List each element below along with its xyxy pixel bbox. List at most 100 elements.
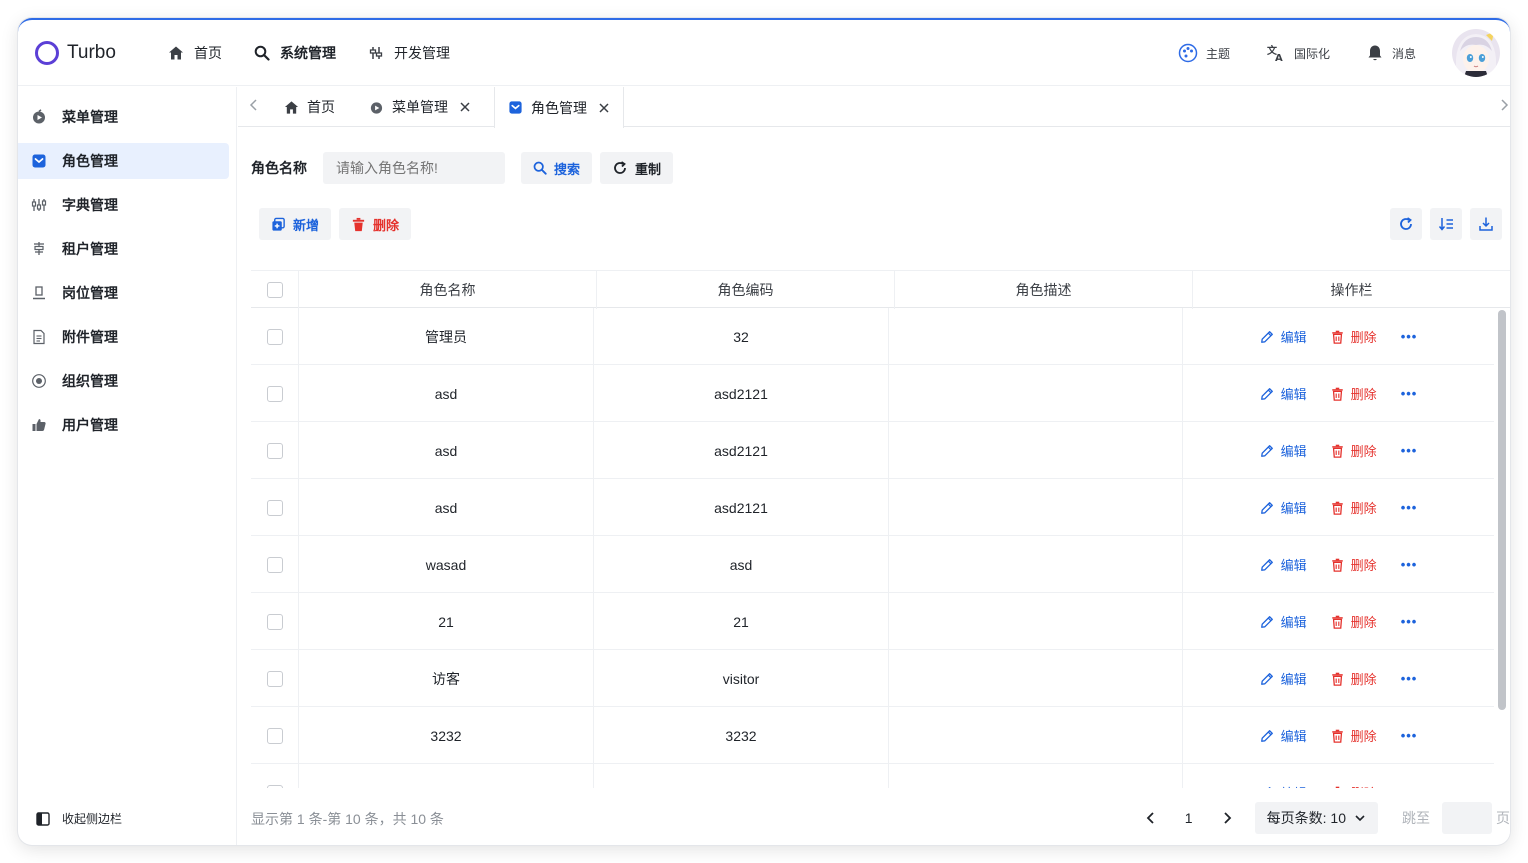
row-checkbox[interactable] — [266, 385, 283, 402]
table-row[interactable]: 21 21 编辑 删除 ••• — [251, 593, 1494, 650]
edit-button[interactable]: 编辑 — [1260, 441, 1307, 460]
edit-button[interactable]: 编辑 — [1260, 498, 1307, 517]
batch-delete-button[interactable]: 删除 — [339, 208, 412, 240]
row-checkbox[interactable] — [266, 613, 283, 630]
more-actions-button[interactable]: ••• — [1401, 443, 1418, 458]
chevron-down-icon — [1354, 812, 1366, 824]
edit-icon — [1260, 501, 1274, 515]
delete-button[interactable]: 删除 — [1331, 726, 1377, 745]
column-header[interactable]: 角色编码 — [597, 271, 895, 309]
row-checkbox[interactable] — [266, 727, 283, 744]
reset-button-label: 重制 — [635, 161, 662, 177]
more-actions-button[interactable]: ••• — [1401, 386, 1418, 401]
search-button[interactable]: 搜索 — [521, 152, 593, 184]
page-number[interactable]: 1 — [1173, 802, 1205, 834]
header-select-all[interactable] — [251, 271, 299, 309]
page-size-select[interactable]: 每页条数: 10 — [1254, 802, 1378, 834]
close-icon[interactable] — [459, 101, 471, 113]
more-actions-button[interactable]: ••• — [1401, 329, 1418, 344]
sidebar-item-attachment[interactable]: 附件管理 — [18, 319, 229, 355]
tab-menu[interactable]: 菜单管理 — [369, 87, 471, 127]
delete-label: 删除 — [1350, 387, 1377, 402]
topnav-home[interactable]: 首页 — [168, 43, 222, 63]
delete-button[interactable]: 删除 — [1331, 669, 1377, 688]
column-header[interactable]: 角色名称 — [299, 271, 597, 309]
row-checkbox[interactable] — [266, 670, 283, 687]
sidebar-item-tenant[interactable]: 租户管理 — [18, 231, 229, 267]
row-checkbox[interactable] — [266, 784, 283, 788]
row-select-cell — [251, 308, 299, 365]
tab-role[interactable]: 角色管理 — [494, 87, 624, 128]
edit-button[interactable]: 编辑 — [1260, 384, 1307, 403]
sort-button[interactable] — [1430, 208, 1462, 240]
select-all-checkbox[interactable] — [266, 282, 283, 298]
tabs-scroll-right-icon[interactable] — [1498, 97, 1510, 118]
delete-button[interactable]: 删除 — [1331, 783, 1377, 788]
table-row[interactable]: asd asd2121 编辑 删除 ••• — [251, 479, 1494, 536]
table-row[interactable]: 访客 visitor 编辑 删除 ••• — [251, 650, 1494, 707]
column-header[interactable]: 角色描述 — [895, 271, 1193, 309]
i18n-button[interactable]: 文A 国际化 — [1266, 43, 1330, 63]
sidebar-item-role[interactable]: 角色管理 — [18, 143, 229, 179]
delete-button[interactable]: 删除 — [1331, 612, 1377, 631]
theme-button[interactable]: 主题 — [1178, 43, 1230, 63]
trash-icon — [1331, 786, 1344, 788]
row-actions-cell: 编辑 删除 ••• — [1183, 479, 1494, 536]
logo[interactable]: Turbo — [35, 40, 150, 65]
reset-button[interactable]: 重制 — [600, 152, 674, 184]
more-actions-button[interactable]: ••• — [1401, 671, 1418, 686]
refresh-button[interactable] — [1390, 208, 1422, 240]
sidebar-item-post[interactable]: 岗位管理 — [18, 275, 229, 311]
tabs-scroll-left-icon[interactable] — [248, 97, 260, 118]
delete-button[interactable]: 删除 — [1331, 384, 1377, 403]
sidebar-item-organization[interactable]: 组织管理 — [18, 363, 229, 399]
topnav-system[interactable]: 系统管理 — [254, 43, 336, 63]
row-checkbox[interactable] — [266, 499, 283, 516]
edit-icon — [1260, 444, 1274, 458]
sidebar-item-label: 组织管理 — [62, 373, 118, 389]
collapse-sidebar-button[interactable]: 收起侧边栏 — [36, 810, 122, 827]
delete-button[interactable]: 删除 — [1331, 498, 1377, 517]
tab-home[interactable]: 首页 — [284, 87, 335, 127]
role-name-cell: 访客 — [299, 650, 594, 707]
table-scrollbar[interactable] — [1498, 310, 1506, 710]
more-actions-button[interactable]: ••• — [1401, 500, 1418, 515]
sidebar-item-dictionary[interactable]: 字典管理 — [18, 187, 229, 223]
dictionary-icon — [18, 197, 62, 213]
topnav-dev[interactable]: 开发管理 — [368, 43, 450, 63]
table-row[interactable]: 43434 编辑 删除 ••• — [251, 764, 1494, 788]
delete-button[interactable]: 删除 — [1331, 555, 1377, 574]
row-checkbox[interactable] — [266, 328, 283, 345]
next-page-button[interactable] — [1211, 802, 1243, 834]
more-actions-button[interactable]: ••• — [1401, 614, 1418, 629]
more-actions-button[interactable]: ••• — [1401, 785, 1418, 788]
edit-button[interactable]: 编辑 — [1260, 555, 1307, 574]
close-icon[interactable] — [598, 102, 610, 114]
add-button[interactable]: 新增 — [259, 208, 332, 240]
more-actions-button[interactable]: ••• — [1401, 557, 1418, 572]
download-button[interactable] — [1470, 208, 1502, 240]
prev-page-button[interactable] — [1135, 802, 1167, 834]
row-actions-cell: 编辑 删除 ••• — [1183, 764, 1494, 788]
table-row[interactable]: 3232 3232 编辑 删除 ••• — [251, 707, 1494, 764]
row-checkbox[interactable] — [266, 556, 283, 573]
edit-button[interactable]: 编辑 — [1260, 327, 1307, 346]
user-avatar[interactable] — [1452, 29, 1500, 77]
sidebar-item-user[interactable]: 用户管理 — [18, 407, 229, 443]
delete-button[interactable]: 删除 — [1331, 327, 1377, 346]
table-row[interactable]: asd asd2121 编辑 删除 ••• — [251, 422, 1494, 479]
edit-button[interactable]: 编辑 — [1260, 783, 1307, 788]
table-row[interactable]: wasad asd 编辑 删除 ••• — [251, 536, 1494, 593]
jump-input[interactable] — [1442, 802, 1492, 834]
delete-button[interactable]: 删除 — [1331, 441, 1377, 460]
more-actions-button[interactable]: ••• — [1401, 728, 1418, 743]
role-name-input[interactable] — [323, 152, 505, 184]
row-checkbox[interactable] — [266, 442, 283, 459]
edit-button[interactable]: 编辑 — [1260, 726, 1307, 745]
messages-button[interactable]: 消息 — [1366, 44, 1416, 62]
table-row[interactable]: asd asd2121 编辑 删除 ••• — [251, 365, 1494, 422]
edit-button[interactable]: 编辑 — [1260, 612, 1307, 631]
sidebar-item-menu[interactable]: 菜单管理 — [18, 99, 229, 135]
table-row[interactable]: 管理员 32 编辑 删除 ••• — [251, 308, 1494, 365]
edit-button[interactable]: 编辑 — [1260, 669, 1307, 688]
